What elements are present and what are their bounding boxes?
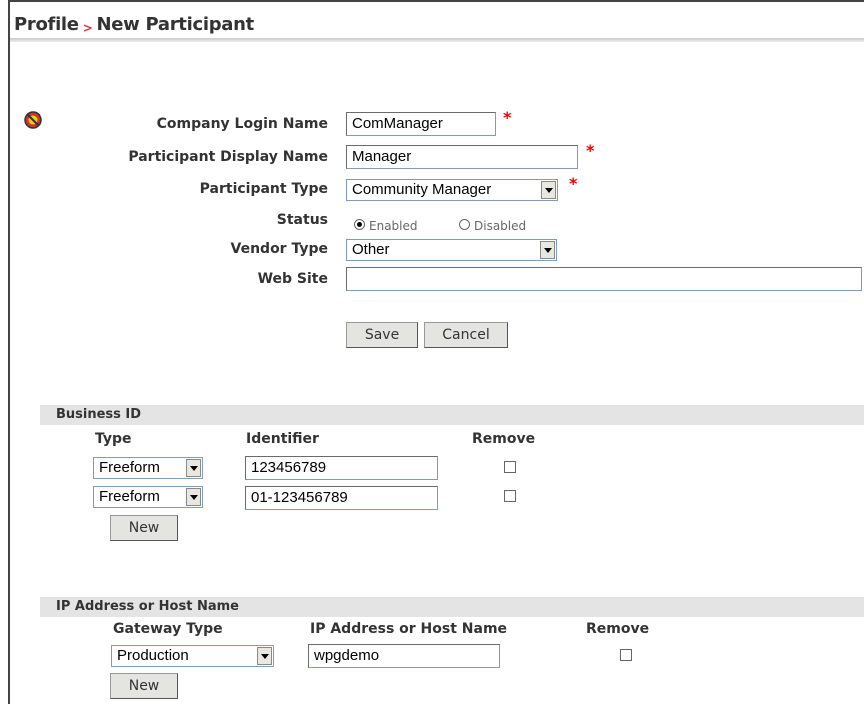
business-id-remove-header: Remove	[472, 431, 536, 447]
chevron-down-icon[interactable]	[541, 181, 556, 199]
no-entry-badge-icon	[24, 111, 42, 129]
business-id-type-select-2[interactable]: Freeform	[93, 486, 203, 508]
ip-host-gateway-value-1: Production	[117, 647, 189, 664]
display-name-label: Participant Display Name	[128, 149, 328, 165]
login-required-marker: *	[503, 108, 512, 127]
page-title: New Participant	[96, 14, 254, 35]
breadcrumb-root[interactable]: Profile	[14, 14, 79, 35]
business-id-new-button[interactable]: New	[110, 515, 178, 541]
vendor-type-value: Other	[352, 241, 390, 258]
business-id-type-header: Type	[95, 431, 132, 447]
status-enabled-label[interactable]: Enabled	[369, 219, 418, 233]
breadcrumb: Profile > New Participant	[14, 14, 254, 35]
website-field[interactable]	[346, 267, 862, 291]
status-disabled-radio[interactable]	[459, 219, 470, 230]
ip-host-address-field-1[interactable]: wpgdemo	[308, 644, 500, 668]
ip-host-gateway-select-1[interactable]: Production	[111, 645, 274, 667]
participant-type-select[interactable]: Community Manager	[346, 179, 558, 201]
participant-type-value: Community Manager	[352, 181, 492, 198]
business-id-section-header: Business ID	[40, 405, 864, 425]
header-divider	[10, 38, 864, 42]
vendor-type-label: Vendor Type	[230, 241, 328, 257]
ip-host-section-header: IP Address or Host Name	[40, 597, 864, 617]
website-label: Web Site	[257, 271, 328, 287]
cancel-button[interactable]: Cancel	[424, 322, 508, 348]
business-id-remove-checkbox-1[interactable]	[504, 461, 516, 473]
ip-host-gateway-header: Gateway Type	[113, 621, 223, 637]
chevron-down-icon[interactable]	[186, 459, 201, 477]
breadcrumb-separator-icon: >	[82, 21, 93, 35]
ip-host-remove-header: Remove	[586, 621, 650, 637]
chevron-down-icon[interactable]	[257, 647, 272, 665]
business-id-type-select-1[interactable]: Freeform	[93, 457, 203, 479]
business-id-remove-checkbox-2[interactable]	[504, 490, 516, 502]
status-disabled-label[interactable]: Disabled	[474, 219, 526, 233]
chevron-down-icon[interactable]	[540, 241, 555, 259]
ip-host-remove-checkbox-1[interactable]	[620, 649, 632, 661]
login-name-field[interactable]: ComManager	[346, 112, 496, 136]
business-id-type-value-1: Freeform	[99, 459, 160, 476]
business-id-identifier-header: Identifier	[246, 431, 319, 447]
status-label: Status	[276, 212, 328, 228]
type-required-marker: *	[569, 174, 578, 193]
ip-host-address-header: IP Address or Host Name	[310, 621, 508, 637]
chevron-down-icon[interactable]	[186, 488, 201, 506]
participant-type-label: Participant Type	[199, 181, 328, 197]
display-name-field[interactable]: Manager	[346, 145, 578, 169]
vendor-type-select[interactable]: Other	[346, 239, 557, 261]
business-id-identifier-field-2[interactable]: 01-123456789	[245, 486, 438, 510]
display-required-marker: *	[586, 141, 595, 160]
business-id-identifier-field-1[interactable]: 123456789	[245, 456, 438, 480]
save-button[interactable]: Save	[346, 322, 418, 348]
status-enabled-radio[interactable]	[354, 219, 365, 230]
login-name-label: Company Login Name	[156, 116, 328, 132]
ip-host-new-button[interactable]: New	[110, 673, 178, 699]
window-frame-left	[8, 0, 10, 704]
business-id-type-value-2: Freeform	[99, 488, 160, 505]
